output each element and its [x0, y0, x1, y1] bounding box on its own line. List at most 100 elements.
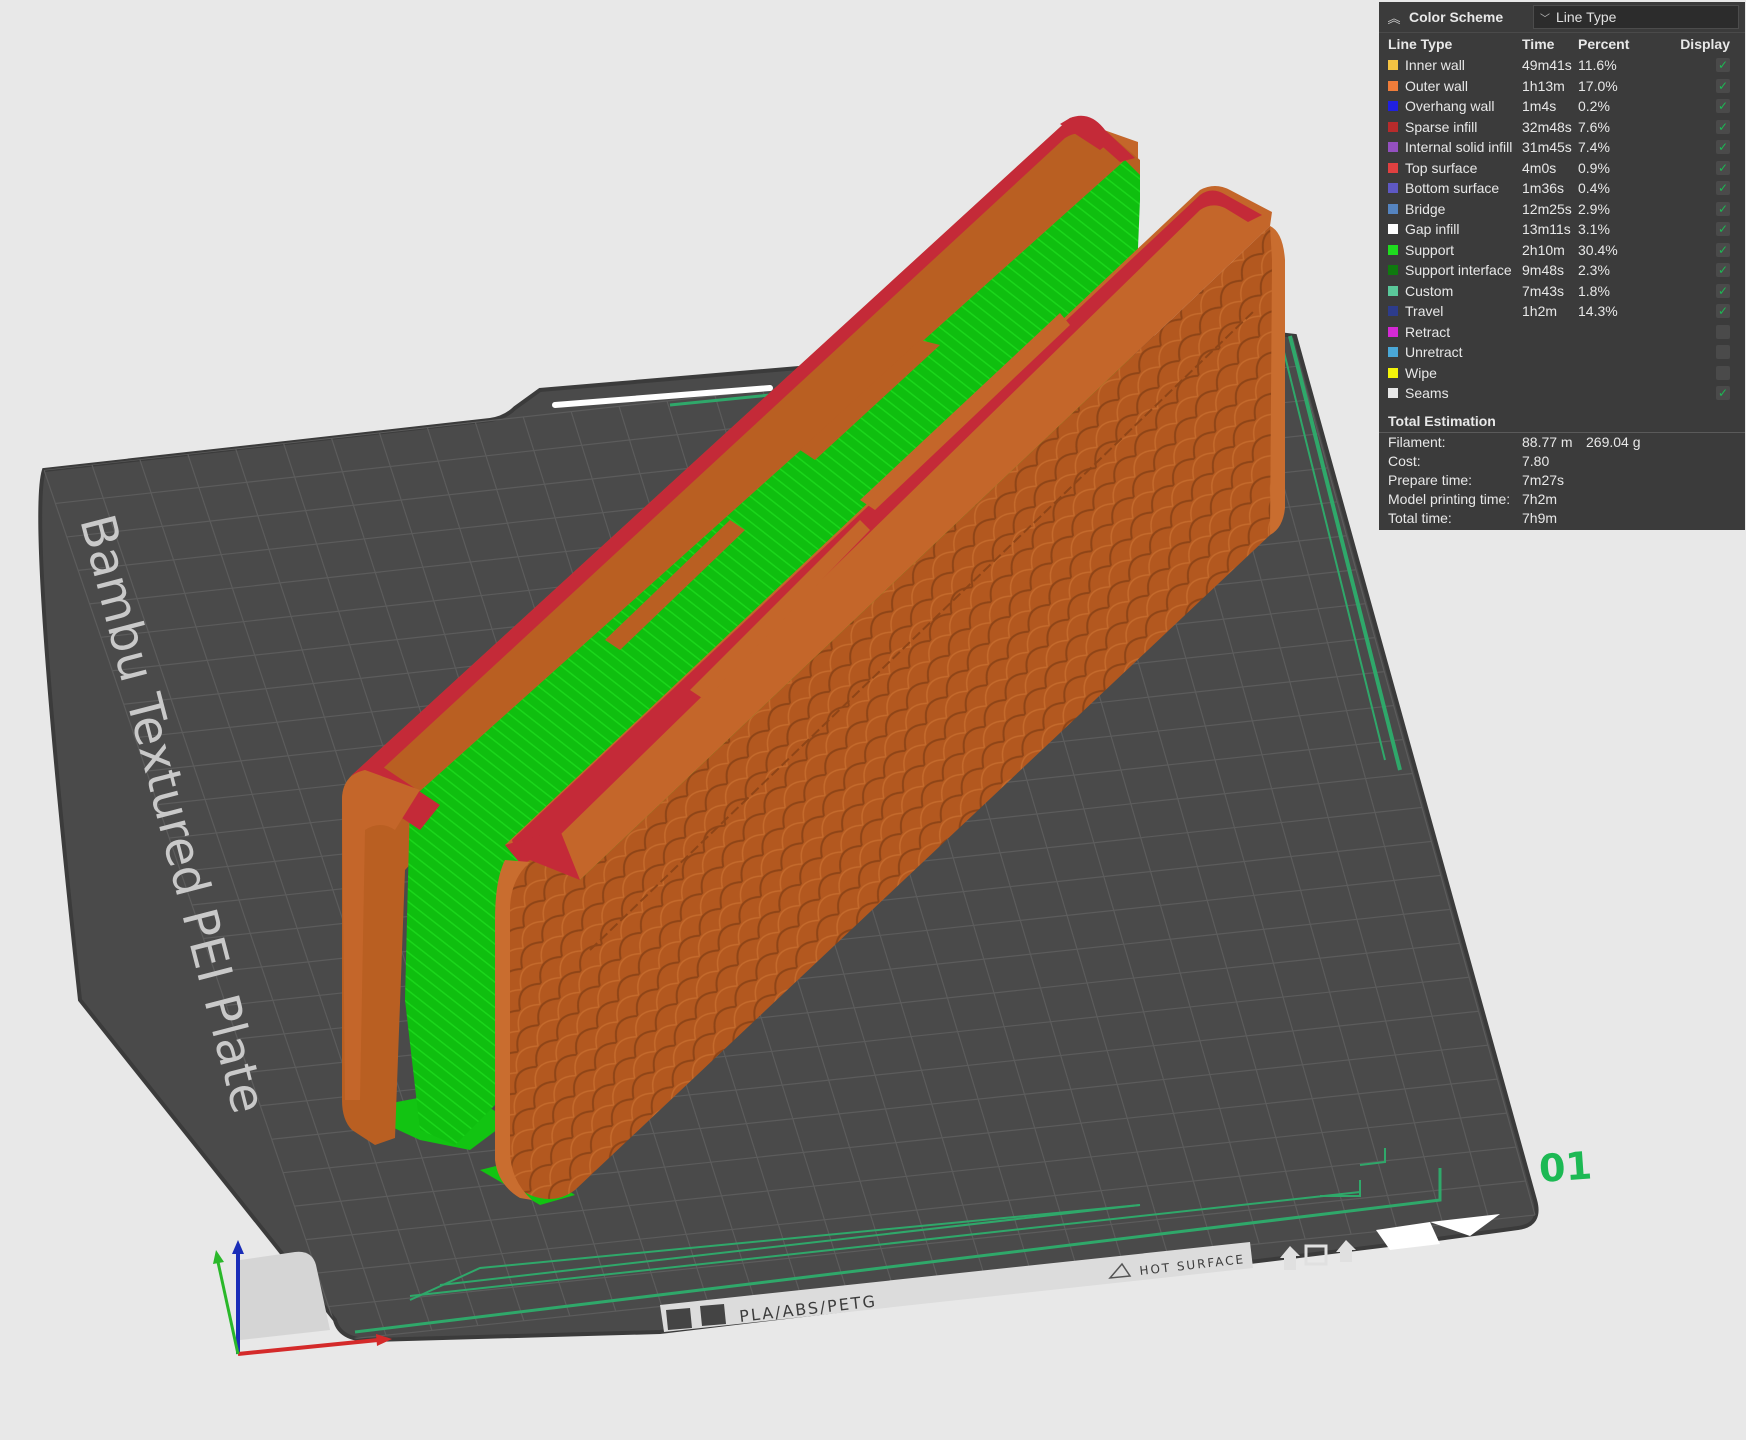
display-cell: ✓ — [1660, 201, 1730, 216]
line-type-name: Bottom surface — [1405, 180, 1500, 197]
line-type-percent: 11.6% — [1578, 57, 1617, 74]
display-toggle-checkbox[interactable]: ✓ — [1716, 386, 1730, 401]
legend-list: Inner wall 49m41s 11.6% ✓ Outer wall 1h13m 17.… — [1379, 55, 1745, 404]
legend-row: Top surface 4m0s 0.9% ✓ — [1379, 158, 1745, 179]
display-cell: ✓ — [1660, 181, 1730, 196]
legend-row: Overhang wall 1m4s 0.2% ✓ — [1379, 96, 1745, 117]
legend-row-label: Inner wall — [1388, 57, 1522, 73]
display-toggle-checkbox[interactable]: ✓ — [1716, 78, 1730, 93]
legend-row: Gap infill 13m11s 3.1% ✓ — [1379, 219, 1745, 240]
total-value-secondary: 269.04 g — [1586, 434, 1641, 450]
line-type-percent: 1.8% — [1578, 282, 1610, 299]
color-swatch — [1388, 265, 1398, 276]
legend-row-label: Bridge — [1388, 201, 1522, 217]
color-swatch — [1388, 388, 1398, 399]
display-toggle-checkbox[interactable]: ✓ — [1716, 242, 1730, 257]
line-type-time: 7m43s — [1522, 282, 1565, 299]
line-type-percent: 17.0% — [1578, 77, 1618, 94]
total-value: 7m27s — [1522, 472, 1565, 488]
display-toggle-checkbox[interactable] — [1716, 345, 1730, 360]
legend-row: Bridge 12m25s 2.9% ✓ — [1379, 199, 1745, 220]
display-toggle-checkbox[interactable]: ✓ — [1716, 119, 1730, 134]
display-toggle-checkbox[interactable]: ✓ — [1716, 58, 1730, 73]
collapse-chevron-icon[interactable]: ︽ — [1385, 8, 1403, 27]
color-swatch — [1388, 121, 1398, 132]
line-type-percent: 3.1% — [1578, 221, 1610, 238]
color-swatch — [1388, 142, 1398, 153]
total-label: Cost: — [1388, 453, 1421, 469]
display-cell: ✓ — [1660, 242, 1730, 257]
display-toggle-checkbox[interactable]: ✓ — [1716, 160, 1730, 175]
display-cell: ✓ — [1660, 263, 1730, 278]
display-toggle-checkbox[interactable]: ✓ — [1716, 222, 1730, 237]
total-estimation-row: Prepare time: 7m27s — [1379, 471, 1745, 490]
color-swatch — [1388, 244, 1398, 255]
legend-row: Sparse infill 32m48s 7.6% ✓ — [1379, 117, 1745, 138]
line-type-name: Support — [1405, 241, 1455, 258]
legend-row-label: Wipe — [1388, 365, 1522, 381]
display-toggle-checkbox[interactable]: ✓ — [1716, 181, 1730, 196]
column-header-percent: Percent — [1578, 36, 1630, 52]
display-toggle-checkbox[interactable]: ✓ — [1716, 201, 1730, 216]
display-cell: ✓ — [1660, 140, 1730, 155]
line-type-time: 2h10m — [1522, 241, 1565, 258]
total-estimation-list: Filament: 88.77 m 269.04 g Cost: 7.80 Prepare… — [1379, 433, 1745, 528]
color-swatch — [1388, 183, 1398, 194]
display-toggle-checkbox[interactable]: ✓ — [1716, 140, 1730, 155]
display-toggle-checkbox[interactable]: ✓ — [1716, 283, 1730, 298]
legend-row: Inner wall 49m41s 11.6% ✓ — [1379, 55, 1745, 76]
line-type-percent: 2.9% — [1578, 200, 1610, 217]
line-type-time: 13m11s — [1522, 221, 1571, 238]
legend-row-label: Retract — [1388, 324, 1522, 340]
display-cell: ✓ — [1660, 160, 1730, 175]
legend-row-label: Gap infill — [1388, 221, 1522, 237]
total-value: 7h2m — [1522, 491, 1558, 507]
total-estimation-row: Model printing time: 7h2m — [1379, 490, 1745, 509]
display-toggle-checkbox[interactable] — [1716, 324, 1730, 339]
color-swatch — [1388, 80, 1398, 91]
line-type-time: 12m25s — [1522, 200, 1572, 217]
total-estimation-title: Total Estimation — [1379, 410, 1745, 433]
legend-row-label: Sparse infill — [1388, 119, 1522, 135]
display-toggle-checkbox[interactable]: ✓ — [1716, 263, 1730, 278]
legend-row-label: Support — [1388, 242, 1522, 258]
display-cell: ✓ — [1660, 304, 1730, 319]
legend-row: Wipe — [1379, 363, 1745, 384]
legend-row-label: Outer wall — [1388, 78, 1522, 94]
display-cell: ✓ — [1660, 222, 1730, 237]
display-cell: ✓ — [1660, 386, 1730, 401]
display-cell: ✓ — [1660, 58, 1730, 73]
legend-header: ︽ Color Scheme ﹀ Line Type — [1379, 2, 1745, 33]
line-type-name: Support interface — [1405, 262, 1512, 279]
total-label: Total time: — [1388, 510, 1452, 526]
color-scheme-select[interactable]: ﹀ Line Type — [1533, 5, 1739, 29]
line-type-time: 1m36s — [1522, 180, 1565, 197]
column-header-display: Display — [1680, 36, 1730, 52]
color-swatch — [1388, 285, 1398, 296]
line-type-name: Inner wall — [1405, 57, 1465, 74]
display-toggle-checkbox[interactable]: ✓ — [1716, 304, 1730, 319]
line-type-name: Gap infill — [1405, 221, 1460, 238]
line-type-percent: 30.4% — [1578, 241, 1618, 258]
legend-row-label: Custom — [1388, 283, 1522, 299]
display-toggle-checkbox[interactable]: ✓ — [1716, 99, 1730, 114]
plate-number: 01 — [1538, 1143, 1594, 1191]
legend-row: Custom 7m43s 1.8% ✓ — [1379, 281, 1745, 302]
line-type-time: 32m48s — [1522, 118, 1572, 135]
line-type-time: 1h13m — [1522, 77, 1565, 94]
color-swatch — [1388, 224, 1398, 235]
line-type-percent: 0.4% — [1578, 180, 1610, 197]
display-toggle-checkbox[interactable] — [1716, 365, 1730, 380]
legend-row: Outer wall 1h13m 17.0% ✓ — [1379, 76, 1745, 97]
total-estimation-row: Filament: 88.77 m 269.04 g — [1379, 433, 1745, 452]
column-header-time: Time — [1522, 36, 1555, 52]
line-type-time: 4m0s — [1522, 159, 1557, 176]
line-type-name: Travel — [1405, 303, 1444, 320]
color-swatch — [1388, 347, 1398, 358]
line-type-time: 49m41s — [1522, 57, 1572, 74]
legend-column-headers: Line Type Time Percent Display — [1379, 33, 1745, 55]
line-type-percent: 0.9% — [1578, 159, 1610, 176]
legend-row-label: Top surface — [1388, 160, 1522, 176]
legend-row: Travel 1h2m 14.3% ✓ — [1379, 301, 1745, 322]
legend-row-label: Seams — [1388, 385, 1522, 401]
